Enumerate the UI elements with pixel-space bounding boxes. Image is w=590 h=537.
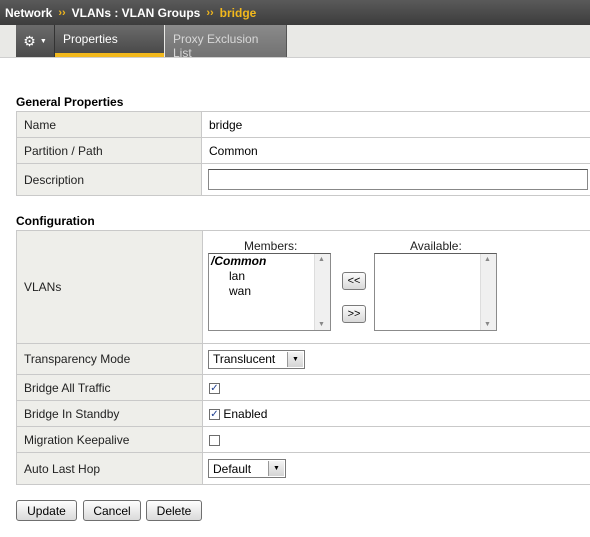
bridge-standby-row: Bridge In Standby ✓ Enabled [16, 400, 590, 427]
tab-proxy-exclusion-list[interactable]: Proxy Exclusion List [165, 25, 287, 60]
breadcrumb-vlan-groups[interactable]: VLANs : VLAN Groups [72, 6, 201, 20]
cancel-button[interactable]: Cancel [83, 500, 141, 521]
general-properties-heading: General Properties [16, 95, 124, 109]
description-input[interactable] [208, 169, 588, 190]
bridge-all-label: Bridge All Traffic [16, 374, 203, 401]
available-scrollbar[interactable]: ▲ ▼ [480, 254, 496, 330]
transparency-row: Transparency Mode Translucent ▼ [16, 343, 590, 375]
scroll-up-icon[interactable]: ▲ [318, 256, 325, 263]
breadcrumb-separator: ›› [58, 6, 66, 19]
member-item-lan[interactable]: lan [209, 269, 330, 284]
move-to-available-button[interactable]: >> [342, 305, 366, 323]
vlans-row: VLANs Members: /Common lan wan ▲ ▼ << >>… [16, 230, 590, 344]
members-list[interactable]: /Common lan wan ▲ ▼ [208, 253, 331, 331]
vlan-selector: Members: /Common lan wan ▲ ▼ << >> Avail… [203, 232, 590, 342]
name-value: bridge [201, 111, 590, 138]
name-row: Name bridge [16, 111, 590, 138]
scroll-down-icon[interactable]: ▼ [318, 321, 325, 328]
bridge-standby-checkbox[interactable]: ✓ [209, 408, 220, 420]
move-to-members-button[interactable]: << [342, 272, 366, 290]
available-header: Available: [410, 239, 462, 253]
auto-last-hop-value: Default [213, 461, 252, 476]
vlans-label: VLANs [16, 230, 203, 344]
migration-row: Migration Keepalive [16, 426, 590, 453]
available-list[interactable]: ▲ ▼ [374, 253, 497, 331]
breadcrumb: Network ›› VLANs : VLAN Groups ›› bridge [0, 0, 590, 25]
member-item-wan[interactable]: wan [209, 284, 330, 299]
auto-last-hop-row: Auto Last Hop Default ▼ [16, 452, 590, 485]
gear-menu-button[interactable]: ⚙ ▼ [16, 25, 55, 57]
update-button[interactable]: Update [16, 500, 77, 521]
members-group-common[interactable]: /Common [209, 254, 330, 269]
scroll-up-icon[interactable]: ▲ [484, 256, 491, 263]
migration-label: Migration Keepalive [16, 426, 203, 453]
tab-bar: ⚙ ▼ Properties Proxy Exclusion List [0, 25, 590, 60]
partition-row: Partition / Path Common [16, 137, 590, 164]
auto-last-hop-select[interactable]: Default ▼ [208, 459, 286, 478]
auto-last-hop-label: Auto Last Hop [16, 452, 203, 485]
scroll-down-icon[interactable]: ▼ [484, 321, 491, 328]
chevron-down-icon: ▼ [268, 461, 284, 476]
bridge-standby-label: Bridge In Standby [16, 400, 203, 427]
description-label: Description [16, 163, 202, 196]
breadcrumb-network[interactable]: Network [5, 6, 52, 20]
breadcrumb-separator: ›› [206, 6, 214, 19]
members-scrollbar[interactable]: ▲ ▼ [314, 254, 330, 330]
configuration-table: VLANs Members: /Common lan wan ▲ ▼ << >>… [16, 230, 590, 485]
bridge-all-row: Bridge All Traffic ✓ [16, 374, 590, 401]
transparency-mode-select[interactable]: Translucent ▼ [208, 349, 305, 369]
chevron-down-icon: ▼ [287, 351, 303, 367]
members-header: Members: [244, 239, 298, 253]
bridge-all-checkbox[interactable]: ✓ [209, 382, 220, 394]
name-label: Name [16, 111, 202, 138]
configuration-heading: Configuration [16, 214, 95, 228]
transparency-mode-value: Translucent [213, 352, 276, 366]
migration-keepalive-checkbox[interactable] [209, 434, 220, 446]
chevron-down-icon: ▼ [39, 37, 47, 45]
partition-value: Common [201, 137, 590, 164]
breadcrumb-current: bridge [219, 5, 257, 20]
partition-label: Partition / Path [16, 137, 202, 164]
bridge-standby-text: Enabled [223, 406, 268, 421]
gear-icon: ⚙ [23, 32, 36, 49]
transparency-label: Transparency Mode [16, 343, 203, 375]
tab-properties[interactable]: Properties [55, 25, 164, 57]
general-properties-table: Name bridge Partition / Path Common Desc… [16, 111, 590, 196]
delete-button[interactable]: Delete [146, 500, 202, 521]
description-row: Description [16, 163, 590, 196]
